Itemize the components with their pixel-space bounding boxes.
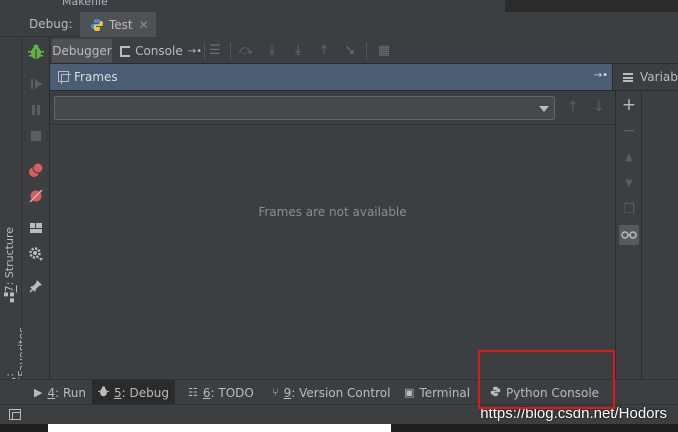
play-icon: ▶ — [34, 386, 43, 399]
todo-list-icon: ☷ — [188, 386, 198, 399]
makefile-tab-label[interactable]: Makefile — [62, 0, 108, 8]
resume-icon[interactable] — [27, 75, 45, 93]
settings-gear-icon[interactable] — [27, 245, 45, 263]
bottom-tab-num: 4 — [47, 385, 56, 400]
next-frame-icon[interactable]: ↓ — [593, 99, 605, 115]
separator — [366, 42, 367, 60]
view-breakpoints-icon[interactable] — [27, 161, 45, 179]
debug-label: Debug: — [29, 17, 73, 31]
frames-title: Frames — [74, 70, 118, 84]
close-icon[interactable]: ✕ — [139, 18, 149, 32]
layout-icon[interactable] — [27, 219, 45, 237]
structure-tool-tab[interactable]: 7: Structure — [3, 227, 16, 306]
frames-icon — [58, 71, 71, 84]
variables-title: Variables — [640, 70, 678, 84]
variables-toolbar: + − ▲ ▼ ❐ — [615, 91, 642, 379]
bottom-tab-label: : Debug — [121, 385, 169, 400]
header-rest — [156, 12, 678, 37]
copy-icon[interactable]: ❐ — [619, 199, 639, 219]
debug-tool-header: Debug: Test ✕ — [0, 12, 678, 37]
frames-empty-message: Frames are not available — [258, 205, 407, 219]
debugger-tabs-row: Debugger Console →• ☰ ⤼ ⤓ ⤓ ⤒ ↘ ▦ — [50, 37, 678, 64]
run-to-cursor-icon[interactable]: ↘ — [342, 43, 358, 59]
tool-windows-icon[interactable] — [9, 409, 21, 420]
bottom-tab-label: : Version Control — [291, 385, 391, 400]
show-execution-point-icon[interactable]: ☰ — [207, 43, 223, 59]
bottom-tab-num: 6 — [202, 385, 211, 400]
terminal-icon: ▣ — [404, 386, 415, 399]
run-config-tab[interactable]: Test ✕ — [80, 12, 156, 37]
variables-icon — [623, 73, 633, 82]
bottom-tab-todo[interactable]: ☷ 6: TODO — [182, 380, 260, 405]
evaluate-expression-icon[interactable]: ▦ — [376, 43, 392, 59]
structure-label: : Structure — [3, 227, 16, 286]
vcs-branch-icon: ⑂ — [272, 386, 279, 399]
pin-icon[interactable] — [27, 277, 45, 295]
move-down-icon[interactable]: ▼ — [619, 173, 639, 193]
top-strip: Makefile — [0, 0, 678, 12]
bottom-tab-label: Terminal — [419, 385, 471, 400]
step-into-my-code-icon[interactable]: ⤓ — [290, 43, 306, 59]
move-up-icon[interactable]: ▲ — [619, 147, 639, 167]
thread-selector-dropdown[interactable] — [54, 96, 555, 120]
step-into-icon[interactable]: ⤓ — [264, 43, 280, 59]
remove-watch-icon[interactable]: − — [619, 121, 639, 141]
watermark-text: https://blog.csdn.net/Hodors — [480, 405, 667, 422]
add-watch-icon[interactable]: + — [619, 95, 639, 115]
console-icon — [120, 45, 131, 57]
tab-console-label: Console — [135, 44, 183, 58]
bottom-tab-label: Python Console — [506, 385, 600, 400]
bottom-tab-num: 5 — [114, 385, 122, 400]
tab-console[interactable]: Console →• — [116, 39, 202, 63]
separator — [230, 42, 231, 60]
chevron-down-icon — [539, 106, 549, 112]
structure-icon — [4, 292, 15, 303]
separator — [204, 42, 205, 60]
bug-icon[interactable] — [27, 43, 45, 61]
variables-panel-header: Variables — [612, 64, 678, 91]
bottom-tab-python-console[interactable]: Python Console — [484, 380, 605, 405]
previous-frame-icon[interactable]: ↑ — [567, 99, 579, 115]
variables-panel — [642, 91, 678, 379]
bottom-tab-num: 9 — [283, 385, 292, 400]
restore-layout-icon[interactable]: →• — [188, 46, 202, 57]
bug-small-icon — [98, 385, 109, 400]
bottom-tab-run[interactable]: ▶ 4: Run — [28, 380, 92, 405]
stop-icon[interactable] — [27, 127, 45, 145]
bottom-tab-version-control[interactable]: ⑂ 9: Version Control — [266, 380, 396, 405]
bottom-tab-terminal[interactable]: ▣ Terminal — [398, 380, 476, 405]
bottom-tab-label: : TODO — [210, 385, 254, 400]
white-strip — [48, 424, 391, 432]
left-tool-stripe: 7: Structure ★ 2: Favorites — [0, 37, 29, 398]
structure-num: 7 — [3, 285, 16, 293]
bottom-tool-bar: ▶ 4: Run 5: Debug ☷ 6: TODO ⑂ 9: Version Co… — [0, 379, 678, 405]
pause-icon[interactable] — [27, 101, 45, 119]
below-window — [0, 424, 678, 432]
frames-restore-icon[interactable]: →• — [594, 70, 608, 81]
tab-debugger[interactable]: Debugger — [52, 39, 112, 63]
python-icon — [91, 18, 103, 31]
python-console-icon — [490, 386, 501, 400]
frames-panel-header: Frames →• — [50, 64, 612, 91]
debug-actions-column — [22, 37, 50, 379]
frames-panel: ↑ ↓ Frames are not available — [50, 91, 615, 379]
status-bar: https://blog.csdn.net/Hodors — [0, 404, 678, 424]
glasses-icon[interactable] — [619, 225, 639, 245]
bottom-tab-label: : Run — [55, 385, 86, 400]
divider — [50, 124, 615, 125]
step-out-icon[interactable]: ⤒ — [316, 43, 332, 59]
step-over-icon[interactable]: ⤼ — [238, 43, 254, 59]
editor-dark-area — [505, 0, 678, 12]
bottom-tab-debug[interactable]: 5: Debug — [92, 380, 175, 405]
mute-breakpoints-icon[interactable] — [27, 187, 45, 205]
run-config-label: Test — [109, 17, 133, 32]
